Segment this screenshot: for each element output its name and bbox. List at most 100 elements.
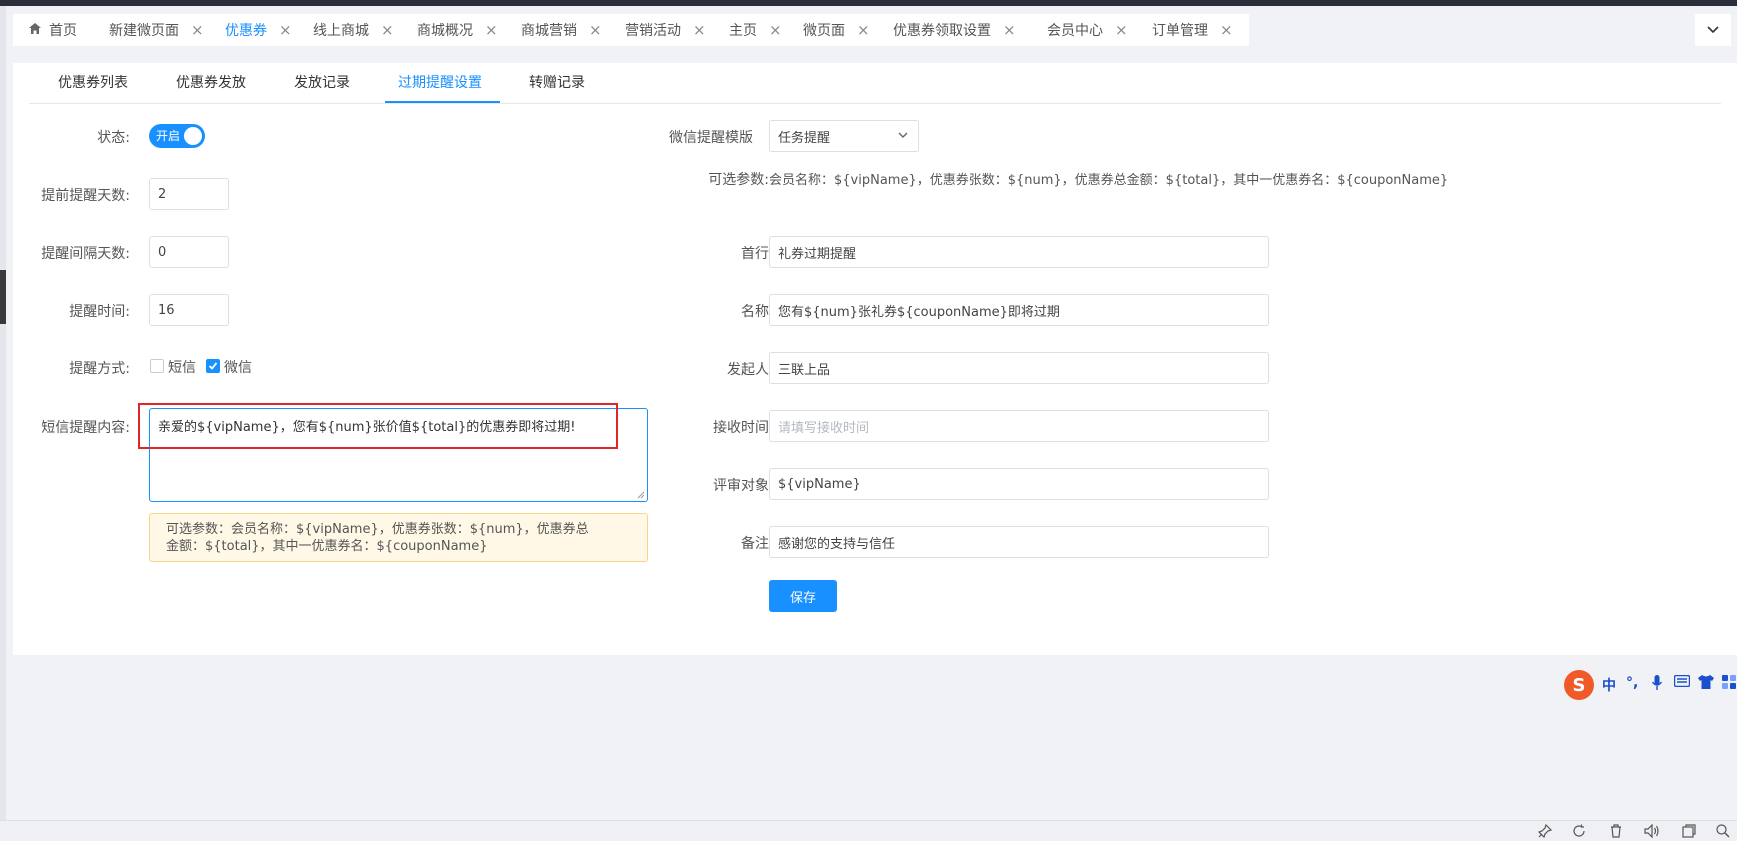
switch-knob (184, 127, 202, 145)
microphone-icon[interactable] (1651, 675, 1663, 695)
receive-time-input[interactable]: 请填写接收时间 (769, 410, 1269, 442)
subtab-transfer-records[interactable]: 转赠记录 (529, 63, 585, 103)
wechat-checkbox-label: 微信 (224, 360, 252, 376)
status-switch[interactable]: 开启 (149, 124, 205, 148)
nav-tab-marketing-activity[interactable]: 营销活动 × (609, 14, 722, 46)
nav-tab-member-center[interactable]: 会员中心 × (1031, 14, 1144, 46)
nav-tab-coupon[interactable]: 优惠券 × (209, 14, 308, 46)
settings-panel: 优惠券列表 优惠券发放 发放记录 过期提醒设置 转赠记录 状态: 开启 提前提醒… (13, 63, 1737, 655)
close-icon[interactable]: × (1220, 21, 1233, 39)
nav-tab-coupon-claim-settings[interactable]: 优惠券领取设置 × (877, 14, 1032, 46)
status-label: 状态: (97, 130, 130, 146)
name-label: 名称 (741, 304, 769, 320)
tabs-more-button[interactable] (1695, 14, 1731, 46)
nav-tab-label: 主页 (729, 23, 757, 39)
sub-tabs: 优惠券列表 优惠券发放 发放记录 过期提醒设置 转赠记录 (29, 63, 1721, 104)
tip-line-2: 金额：${total}，其中一优惠券名：${couponName} (166, 539, 488, 554)
interval-days-input[interactable]: 0 (149, 236, 229, 268)
nav-tab-mall-marketing[interactable]: 商城营销 × (505, 14, 618, 46)
switch-text: 开启 (156, 129, 181, 143)
remind-method-label: 提醒方式: (69, 361, 130, 377)
close-icon[interactable]: × (589, 21, 602, 39)
keyboard-icon[interactable] (1673, 674, 1691, 691)
wechat-template-label: 微信提醒模版 (669, 130, 753, 146)
close-icon[interactable]: × (693, 21, 706, 39)
active-tab-indicator (385, 101, 500, 103)
refresh-icon[interactable] (1572, 824, 1586, 841)
sms-content-label: 短信提醒内容: (41, 420, 130, 436)
nav-tab-label: 新建微页面 (109, 23, 179, 39)
subtab-coupon-list[interactable]: 优惠券列表 (58, 63, 128, 103)
highlight-annotation-box (138, 403, 618, 449)
sms-checkbox-label: 短信 (168, 360, 196, 376)
wechat-checkbox[interactable] (206, 359, 220, 373)
volume-icon[interactable] (1644, 823, 1660, 841)
sender-input[interactable]: 三联上品 (769, 352, 1269, 384)
subtab-coupon-issue[interactable]: 优惠券发放 (176, 63, 246, 103)
pin-icon[interactable] (1537, 823, 1553, 841)
review-target-input[interactable]: ${vipName} (769, 468, 1269, 500)
left-edge-strip (0, 6, 6, 820)
subtab-issue-records[interactable]: 发放记录 (294, 63, 350, 103)
nav-tab-new-micro-page[interactable]: 新建微页面 × (93, 14, 220, 46)
name-input[interactable]: 您有${num}张礼券${couponName}即将过期 (769, 294, 1269, 326)
subtab-expiry-reminder[interactable]: 过期提醒设置 (398, 63, 482, 103)
close-icon[interactable]: × (769, 21, 782, 39)
nav-tab-online-mall[interactable]: 线上商城 × (297, 14, 410, 46)
nav-tab-label: 会员中心 (1047, 23, 1103, 39)
nav-tab-label: 首页 (49, 23, 77, 39)
remark-label: 备注 (741, 536, 769, 552)
nav-tabs-bar: 首页 新建微页面 × 优惠券 × 线上商城 × 商城概况 × 商城营销 × 营销活动 × 主… (6, 6, 1737, 53)
first-line-label: 首行 (741, 246, 769, 262)
nav-tab-main-page[interactable]: 主页 × (713, 14, 798, 46)
receive-time-label: 接收时间 (713, 420, 769, 436)
first-line-input[interactable]: 礼券过期提醒 (769, 236, 1269, 268)
remind-time-label: 提醒时间: (69, 304, 130, 320)
window-icon[interactable] (1682, 824, 1696, 841)
remark-input[interactable]: 感谢您的支持与信任 (769, 526, 1269, 558)
close-icon[interactable]: × (381, 21, 394, 39)
chevron-down-icon (1707, 26, 1719, 34)
save-button[interactable]: 保存 (769, 580, 837, 612)
nav-tab-label: 微页面 (803, 23, 845, 39)
ime-logo-icon[interactable]: S (1564, 670, 1594, 700)
nav-tab-label: 商城概况 (417, 23, 473, 39)
sms-checkbox[interactable] (150, 359, 164, 373)
toolbox-icon[interactable] (1722, 675, 1736, 693)
advance-days-input[interactable]: 2 (149, 178, 229, 210)
nav-tab-label: 线上商城 (313, 23, 369, 39)
skin-icon[interactable] (1698, 675, 1714, 693)
review-target-label: 评审对象 (713, 478, 769, 494)
tip-line-1: 可选参数：会员名称：${vipName}，优惠券张数：${num}，优惠券总 (166, 522, 589, 537)
nav-tab-order-management[interactable]: 订单管理 × (1136, 14, 1249, 46)
check-icon (208, 362, 218, 370)
nav-tab-label: 订单管理 (1152, 23, 1208, 39)
nav-tab-label: 商城营销 (521, 23, 577, 39)
advance-days-label: 提前提醒天数: (41, 188, 130, 204)
nav-tab-home[interactable]: 首页 (13, 14, 93, 46)
search-icon[interactable] (1716, 824, 1730, 841)
close-icon[interactable]: × (279, 21, 292, 39)
close-icon[interactable]: × (1115, 21, 1128, 39)
optional-params-label: 可选参数: (708, 172, 769, 188)
nav-tab-label: 优惠券领取设置 (893, 23, 991, 39)
optional-params-text: 会员名称：${vipName}，优惠券张数：${num}，优惠券总金额：${to… (769, 173, 1449, 188)
bottom-status-bar (0, 820, 1737, 841)
wechat-template-select[interactable]: 任务提醒 (769, 120, 919, 152)
close-icon[interactable]: × (191, 21, 204, 39)
interval-days-label: 提醒间隔天数: (41, 246, 130, 262)
trash-icon[interactable] (1610, 824, 1622, 841)
ime-punct-toggle[interactable]: °, (1626, 675, 1638, 691)
nav-tab-mall-overview[interactable]: 商城概况 × (401, 14, 514, 46)
ime-mode-toggle[interactable]: 中 (1602, 675, 1616, 695)
close-icon[interactable]: × (485, 21, 498, 39)
close-icon[interactable]: × (1003, 21, 1016, 39)
optional-params-tip: 可选参数：会员名称：${vipName}，优惠券张数：${num}，优惠券总 金… (149, 513, 648, 562)
close-icon[interactable]: × (857, 21, 870, 39)
ime-toolbar[interactable]: S 中 °, (1564, 670, 1737, 700)
nav-tab-label: 优惠券 (225, 23, 267, 39)
nav-tab-micro-page[interactable]: 微页面 × (787, 14, 886, 46)
chevron-down-icon (898, 132, 908, 138)
remind-time-input[interactable]: 16 (149, 294, 229, 326)
nav-tab-label: 营销活动 (625, 23, 681, 39)
